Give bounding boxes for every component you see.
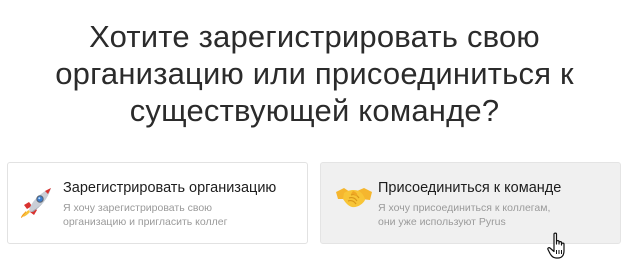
option-title: Присоединиться к команде (378, 180, 562, 196)
option-description: Я хочу зарегистрировать свою организацию… (63, 201, 293, 229)
register-organization-option[interactable]: Зарегистрировать организацию Я хочу заре… (7, 162, 308, 244)
rocket-icon (21, 188, 51, 218)
option-description-line: Я хочу присоединиться к коллегам, (378, 202, 551, 214)
option-description: Я хочу присоединиться к коллегам, они уж… (378, 201, 608, 229)
page-title: Хотите зарегистрировать свою организацию… (0, 18, 629, 129)
page-title-line: организацию или присоединиться к (55, 56, 574, 91)
page-title-line: существующей команде? (129, 93, 500, 128)
option-title: Зарегистрировать организацию (63, 180, 277, 196)
handshake-icon (336, 188, 372, 208)
join-team-option[interactable]: Присоединиться к команде Я хочу присоеди… (320, 162, 621, 244)
option-description-line: Я хочу зарегистрировать свою (63, 202, 213, 214)
hand-pointer-icon (547, 232, 565, 259)
option-description-line: организацию и пригласить коллег (63, 216, 228, 228)
option-description-line: они уже используют Pyrus (378, 216, 506, 228)
page-title-line: Хотите зарегистрировать свою (89, 19, 540, 54)
